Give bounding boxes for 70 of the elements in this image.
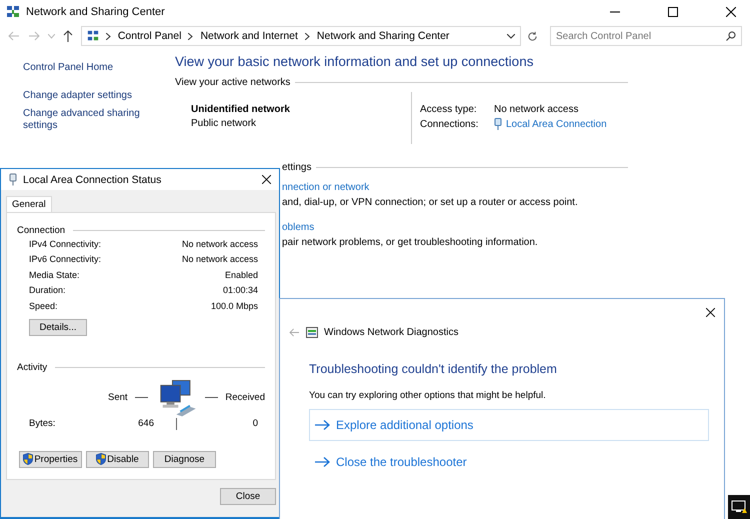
group-label: Activity (17, 362, 48, 372)
breadcrumb[interactable]: Control Panel (118, 30, 182, 42)
dialog-button[interactable]: Properties (19, 450, 82, 468)
refresh-icon[interactable] (527, 30, 538, 42)
chevron-down-icon[interactable] (507, 34, 516, 38)
up-arrow-icon[interactable] (62, 30, 73, 42)
task-link[interactable]: oblems (282, 222, 750, 233)
option-link[interactable]: Close the troubleshooter (309, 446, 709, 478)
task-description: pair network problems, or get troubleshooting information. (282, 237, 539, 248)
dialog-title: Windows Network Diagnostics (324, 327, 458, 338)
network-center-icon (86, 30, 99, 42)
close-icon[interactable] (726, 7, 736, 17)
detail-label: Connections: (420, 118, 480, 130)
network-center-icon (6, 5, 20, 19)
result-heading: Troubleshooting couldn't identify the problem (309, 362, 558, 376)
field-value: No network access (182, 254, 258, 264)
result-message: You can try exploring other options that might be helpful. (309, 390, 547, 401)
field-label: Duration: (29, 285, 66, 296)
close-icon[interactable] (706, 308, 715, 317)
field-value: 100.0 Mbps (210, 300, 258, 311)
dialog-button[interactable]: Diagnose (153, 450, 216, 468)
tray-network-warning-icon[interactable] (728, 495, 750, 519)
received-bytes: 0 (252, 418, 258, 429)
field-value: Enabled (224, 270, 258, 280)
field-label: IPv4 Connectivity: (29, 238, 102, 249)
sent-bytes: 646 (137, 418, 154, 429)
received-label: Received (225, 392, 265, 403)
detail-value: No network access (494, 104, 578, 115)
window-title: Network and Sharing Center (26, 6, 165, 18)
chevron-right-icon (304, 32, 310, 40)
search-field[interactable]: Search Control Panel (550, 26, 742, 46)
group-label: Connection (17, 225, 66, 236)
cable-plug-icon (9, 173, 17, 186)
page-heading: View your basic network information and set up connections (175, 54, 534, 69)
bytes-label: Bytes: (29, 418, 56, 429)
diagnostics-icon (306, 327, 318, 338)
chevron-right-icon (188, 32, 194, 40)
option-link[interactable]: Explore additional options (309, 409, 709, 441)
dialog-title: Local Area Connection Status (23, 174, 162, 186)
close-button[interactable]: Close (220, 488, 276, 505)
chevron-right-icon (106, 32, 111, 40)
details-button[interactable]: Details... (29, 318, 87, 336)
breadcrumb[interactable]: Network and Internet (200, 30, 298, 42)
sidebar-link[interactable]: Change adapter settings (23, 90, 141, 102)
network-type: Public network (191, 118, 258, 129)
breadcrumb[interactable]: Network and Sharing Center (316, 30, 450, 42)
network-name: Unidentified network (191, 104, 291, 115)
field-label: Speed: (29, 300, 58, 311)
search-icon[interactable] (726, 31, 736, 41)
dialog-button[interactable]: Disable (86, 450, 149, 468)
field-label: Media State: (29, 270, 80, 280)
section-label: ettings (282, 162, 312, 173)
sent-label: Sent (108, 392, 128, 403)
connection-link[interactable]: Local Area Connection (506, 118, 607, 130)
detail-label: Access type: (420, 104, 478, 115)
sidebar-link[interactable]: Change advanced sharing settings (23, 108, 141, 132)
field-value: No network access (182, 238, 258, 249)
cable-plug-icon (494, 118, 502, 130)
address-bar[interactable]: Control Panel Network and Internet Network and Sharing Center (80, 26, 522, 46)
right-arrow-icon (315, 457, 330, 467)
close-icon[interactable] (262, 175, 271, 184)
task-description: and, dial-up, or VPN connection; or set up a router or access point. (282, 197, 579, 208)
field-label: IPv6 Connectivity: (29, 254, 102, 264)
field-value: 01:00:34 (222, 285, 258, 296)
task-link[interactable]: nnection or network (282, 182, 750, 193)
sidebar-link[interactable]: Control Panel Home (23, 62, 141, 74)
section-label: View your active networks (175, 77, 290, 88)
tab[interactable]: General (6, 196, 52, 212)
right-arrow-icon (315, 420, 330, 430)
maximize-icon[interactable] (668, 7, 678, 17)
